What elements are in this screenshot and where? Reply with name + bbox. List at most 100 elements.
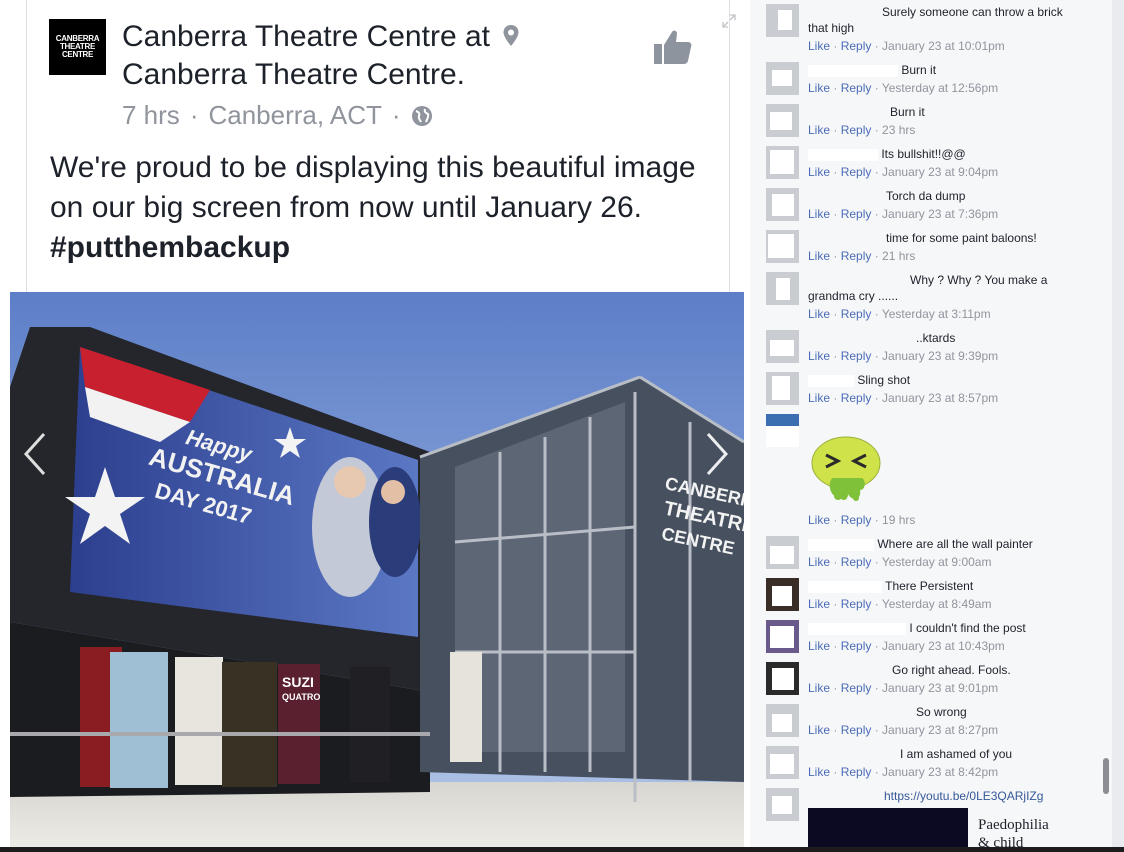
reply-link[interactable]: Reply	[841, 555, 872, 569]
comment-text: Sling shot	[808, 372, 1098, 388]
comment-text-body: Burn it	[901, 63, 937, 77]
like-link[interactable]: Like	[808, 307, 830, 321]
reply-link[interactable]: Reply	[841, 81, 872, 95]
reply-link[interactable]: Reply	[841, 597, 872, 611]
comment-actions: Like · Reply · January 23 at 10:01pm	[808, 39, 1005, 53]
comment-text: Why ? Why ? You make a	[910, 273, 1048, 287]
comment-time[interactable]: January 23 at 9:04pm	[882, 165, 998, 179]
location-link[interactable]: Canberra Theatre Centre.	[122, 58, 465, 91]
post-message-text: We're proud to be displaying this beauti…	[50, 151, 696, 224]
like-link[interactable]: Like	[808, 165, 830, 179]
avatar[interactable]	[766, 578, 799, 611]
avatar[interactable]	[766, 330, 799, 363]
comment-text: I couldn't find the post	[808, 620, 1098, 636]
like-link[interactable]: Like	[808, 39, 830, 53]
reply-link[interactable]: Reply	[841, 681, 872, 695]
like-link[interactable]: Like	[808, 123, 830, 137]
comment-time[interactable]: January 23 at 8:57pm	[882, 391, 998, 405]
avatar[interactable]	[766, 414, 799, 447]
comment-text-line2: that high	[808, 21, 855, 35]
comment-time[interactable]: 23 hrs	[882, 123, 915, 137]
scrollbar-track[interactable]	[1112, 0, 1124, 847]
hashtag-link[interactable]: #putthembackup	[50, 231, 290, 264]
comment-time[interactable]: 21 hrs	[882, 249, 915, 263]
comment-time[interactable]: Yesterday at 3:11pm	[882, 307, 991, 321]
globe-icon[interactable]	[411, 105, 433, 127]
avatar[interactable]	[766, 4, 799, 37]
youtube-link[interactable]: https://youtu.be/0LE3QARjIZg	[884, 789, 1043, 803]
like-link[interactable]: Like	[808, 681, 830, 695]
reply-link[interactable]: Reply	[841, 165, 872, 179]
like-link[interactable]: Like	[808, 391, 830, 405]
expand-icon[interactable]	[722, 14, 736, 28]
like-link[interactable]: Like	[808, 81, 830, 95]
comment-actions: Like · Reply · January 23 at 9:01pm	[808, 681, 999, 695]
comment-actions: Like · Reply · January 23 at 8:42pm	[808, 765, 999, 779]
reply-link[interactable]: Reply	[841, 307, 872, 321]
page-name-link[interactable]: Canberra Theatre Centre	[122, 20, 457, 53]
avatar[interactable]	[766, 62, 799, 95]
comment-time[interactable]: January 23 at 9:01pm	[882, 681, 998, 695]
comment-item: ..ktards Like · Reply · January 23 at 9:…	[766, 330, 1106, 368]
reply-link[interactable]: Reply	[841, 513, 872, 527]
avatar[interactable]	[766, 704, 799, 737]
reply-link[interactable]: Reply	[841, 723, 872, 737]
like-link[interactable]: Like	[808, 555, 830, 569]
comment-text: Its bullshit!!@@	[808, 146, 1098, 162]
comment-actions: Like · Reply · Yesterday at 12:56pm	[808, 81, 999, 95]
chevron-right-icon[interactable]	[700, 430, 734, 478]
reply-link[interactable]: Reply	[841, 639, 872, 653]
like-link[interactable]: Like	[808, 597, 830, 611]
reply-link[interactable]: Reply	[841, 349, 872, 363]
video-thumbnail[interactable]	[808, 808, 968, 847]
page-avatar[interactable]: CANBERRA THEATRE CENTRE	[49, 19, 106, 75]
reply-link[interactable]: Reply	[841, 249, 872, 263]
avatar[interactable]	[766, 620, 799, 653]
post-place[interactable]: Canberra, ACT	[208, 100, 381, 131]
comment-time[interactable]: 19 hrs	[882, 513, 915, 527]
comment-time[interactable]: January 23 at 7:36pm	[882, 207, 998, 221]
avatar[interactable]	[766, 272, 799, 305]
reply-link[interactable]: Reply	[841, 39, 872, 53]
avatar[interactable]	[766, 188, 799, 221]
avatar[interactable]	[766, 662, 799, 695]
comment-item: Go right ahead. Fools. Like · Reply · Ja…	[766, 662, 1106, 700]
avatar[interactable]	[766, 230, 799, 263]
reply-link[interactable]: Reply	[841, 207, 872, 221]
comment-text-body: Where are all the wall painter	[877, 537, 1033, 551]
comment-time[interactable]: January 23 at 8:27pm	[882, 723, 998, 737]
avatar[interactable]	[766, 146, 799, 179]
avatar[interactable]	[766, 746, 799, 779]
like-link[interactable]: Like	[808, 249, 830, 263]
like-link[interactable]: Like	[808, 349, 830, 363]
like-link[interactable]: Like	[808, 639, 830, 653]
comment-item: time for some paint baloons! Like · Repl…	[766, 230, 1106, 268]
like-link[interactable]: Like	[808, 513, 830, 527]
comment-time[interactable]: January 23 at 10:43pm	[882, 639, 1005, 653]
post-photo[interactable]: Happy AUSTRALIA DAY 2017 CANBERRA THEATR…	[10, 292, 744, 847]
comment-actions: Like · Reply · January 23 at 8:27pm	[808, 723, 999, 737]
comment-time[interactable]: January 23 at 10:01pm	[882, 39, 1005, 53]
post-time[interactable]: 7 hrs	[122, 100, 180, 131]
like-link[interactable]: Like	[808, 765, 830, 779]
reply-link[interactable]: Reply	[841, 123, 872, 137]
avatar[interactable]	[766, 536, 799, 569]
comment-time[interactable]: January 23 at 8:42pm	[882, 765, 998, 779]
like-link[interactable]: Like	[808, 207, 830, 221]
like-link[interactable]: Like	[808, 723, 830, 737]
comment-text: Burn it	[808, 62, 1098, 78]
comment-time[interactable]: Yesterday at 9:00am	[882, 555, 992, 569]
scrollbar-thumb[interactable]	[1103, 758, 1109, 794]
avatar[interactable]	[766, 372, 799, 405]
avatar[interactable]	[766, 788, 799, 821]
chevron-left-icon[interactable]	[18, 430, 52, 478]
reply-link[interactable]: Reply	[841, 765, 872, 779]
comment-time[interactable]: Yesterday at 8:49am	[882, 597, 992, 611]
comment-time[interactable]: Yesterday at 12:56pm	[882, 81, 998, 95]
thumbs-up-icon[interactable]	[652, 26, 694, 68]
reply-link[interactable]: Reply	[841, 391, 872, 405]
post-panel: CANBERRA THEATRE CENTRE Canberra Theatre…	[0, 0, 750, 847]
comment-item: Why ? Why ? You make a grandma cry .....…	[766, 272, 1106, 326]
avatar[interactable]	[766, 104, 799, 137]
comment-time[interactable]: January 23 at 9:39pm	[882, 349, 998, 363]
